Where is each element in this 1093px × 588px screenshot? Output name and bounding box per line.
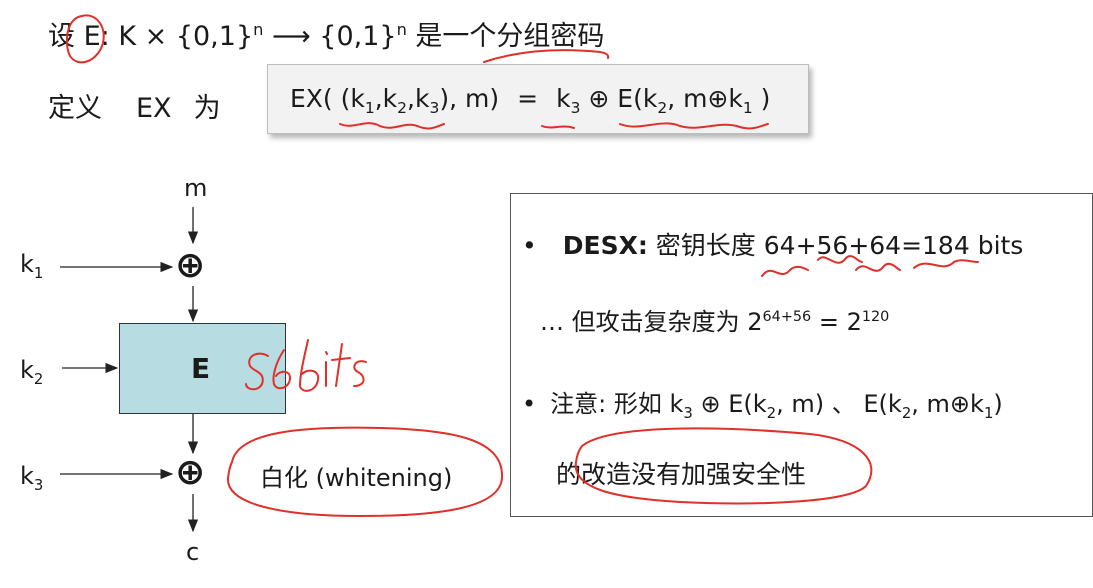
underline-inner (619, 122, 769, 130)
handwritten-annotations (65, 14, 979, 518)
underline-keys (339, 122, 445, 130)
squiggle-184 (913, 259, 979, 269)
handwriting-s (353, 360, 367, 387)
diagram-lines (60, 14, 979, 533)
squiggle-56 (817, 255, 863, 264)
circle-whitening (226, 426, 504, 518)
handwriting-i (325, 351, 328, 387)
underline-k3 (541, 125, 575, 129)
handwriting-5 (245, 352, 269, 391)
squiggle-64a (761, 265, 809, 277)
underline-block-cipher (483, 49, 610, 63)
handwriting-b (298, 339, 320, 392)
squiggle-64b (855, 262, 901, 272)
circle-e (65, 14, 105, 64)
circle-conclusion (574, 427, 873, 505)
handwriting-6 (272, 349, 292, 390)
handwriting-t (331, 343, 351, 387)
